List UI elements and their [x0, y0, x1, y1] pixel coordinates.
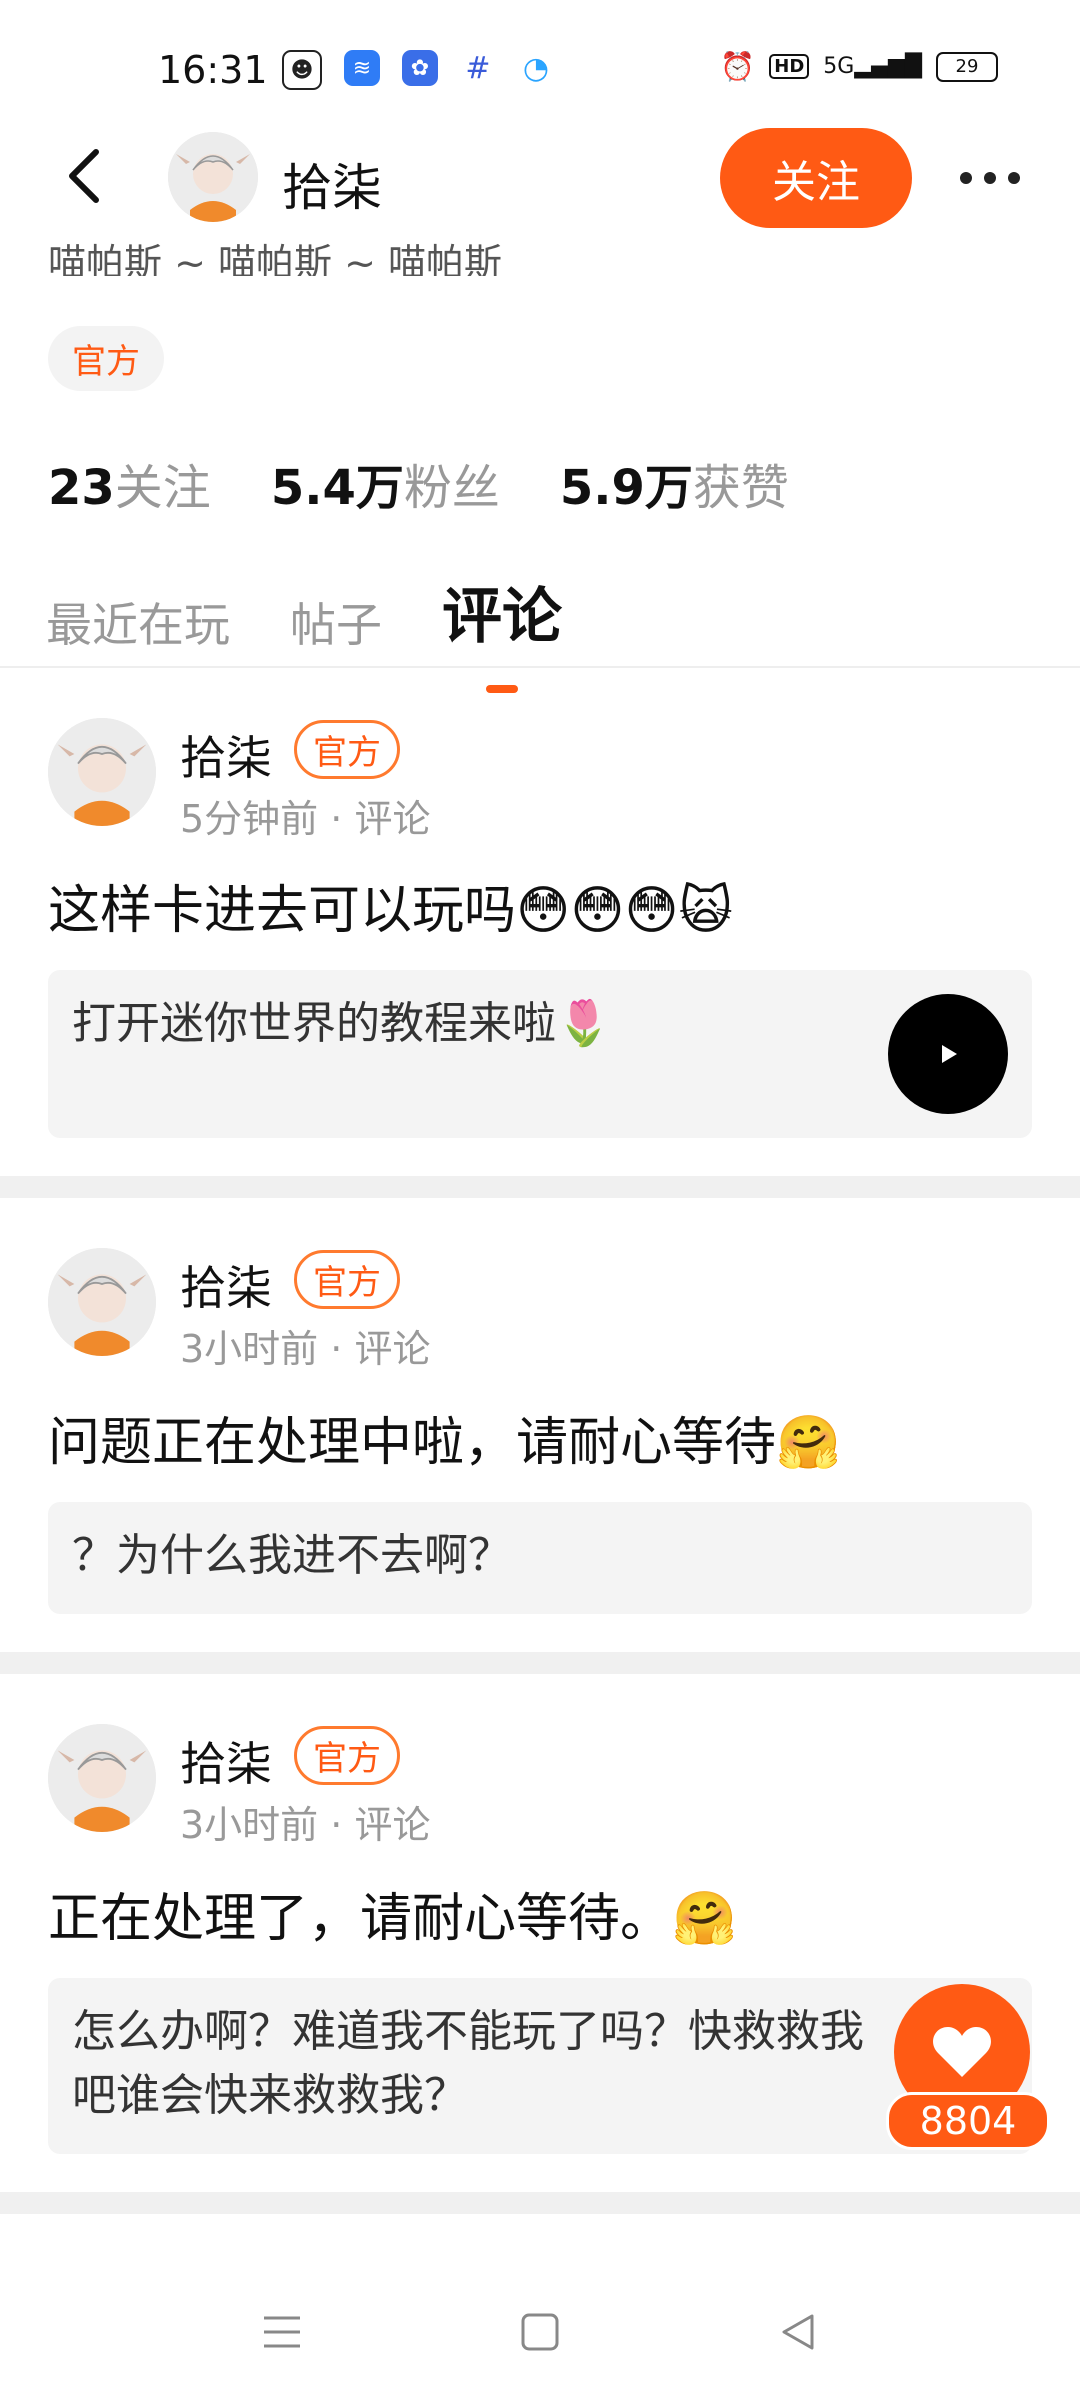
- status-app-icons: ☻ ≋ ✿ # ◔: [282, 50, 554, 90]
- comment-meta: 3小时前 · 评论: [180, 1327, 431, 1371]
- stat-followers[interactable]: 5.4万粉丝: [271, 448, 500, 518]
- comment-meta: 3小时前 · 评论: [180, 1803, 431, 1847]
- comment-time: 3小时前: [180, 1803, 319, 1847]
- comment-username[interactable]: 拾柒: [180, 722, 272, 788]
- stat-value: 5.9万: [559, 460, 693, 516]
- back-nav-button[interactable]: [778, 2312, 818, 2356]
- avatar-image: [48, 1248, 156, 1356]
- stat-label: 粉丝: [403, 460, 500, 516]
- back-arrow-icon: [69, 149, 99, 203]
- play-video-button[interactable]: [888, 994, 1008, 1114]
- avatar-image: [48, 1724, 156, 1832]
- comment-type: 评论: [354, 797, 431, 841]
- official-badge: 官方: [294, 1250, 400, 1309]
- stat-label: 获赞: [692, 460, 789, 516]
- dot-icon: [1008, 172, 1020, 184]
- comment-type: 评论: [354, 1327, 431, 1371]
- comment-avatar[interactable]: [48, 1724, 156, 1832]
- quoted-post-text: 打开迷你世界的教程来啦🌷: [72, 998, 611, 1049]
- official-tag: 官方: [48, 326, 164, 391]
- comment-text[interactable]: 问题正在处理中啦，请耐心等待🤗: [48, 1400, 841, 1475]
- menu-nav-button[interactable]: [262, 2312, 302, 2356]
- comment-type: 评论: [354, 1803, 431, 1847]
- official-badge: 官方: [294, 1726, 400, 1785]
- profile-tabs: 最近在玩 帖子 评论: [46, 568, 562, 693]
- quoted-post[interactable]: ？为什么我进不去啊？: [48, 1502, 1032, 1614]
- section-separator: [0, 1176, 1080, 1198]
- hd-icon: HD: [769, 54, 810, 79]
- follow-button[interactable]: 关注: [720, 128, 912, 228]
- quoted-post[interactable]: 怎么办啊？难道我不能玩了吗？快救救我吧谁会快来救救我？: [48, 1978, 1032, 2154]
- stat-value: 23: [48, 460, 115, 516]
- comment-time: 5分钟前: [180, 797, 319, 841]
- section-separator: [0, 2192, 1080, 2214]
- wifi-app-icon: ≋: [344, 50, 380, 86]
- tab-recently-played[interactable]: 最近在玩: [46, 589, 230, 655]
- dot-icon: [960, 172, 972, 184]
- hash-app-icon: #: [460, 50, 496, 86]
- comment-meta: 5分钟前 · 评论: [180, 797, 431, 841]
- signal-icon: 5G▂▄▆█: [823, 54, 922, 79]
- home-nav-button[interactable]: [520, 2312, 560, 2356]
- avatar-image: [168, 132, 258, 222]
- active-tab-indicator: [486, 685, 518, 693]
- like-count: 8804: [886, 2092, 1050, 2150]
- avatar-image: [48, 718, 156, 826]
- alarm-icon: ⏰: [720, 50, 756, 83]
- comment-avatar[interactable]: [48, 718, 156, 826]
- home-square-icon: [521, 2313, 559, 2351]
- quoted-post-text: 怎么办啊？难道我不能玩了吗？快救救我吧谁会快来救救我？: [72, 2006, 864, 2121]
- battery-icon: 29: [936, 51, 998, 82]
- stat-value: 5.4万: [270, 460, 404, 516]
- quoted-post[interactable]: 打开迷你世界的教程来啦🌷: [48, 970, 1032, 1138]
- comment-text[interactable]: 正在处理了，请耐心等待。🤗: [48, 1876, 737, 1951]
- heart-icon: [933, 2027, 991, 2077]
- profile-avatar[interactable]: [168, 132, 258, 222]
- quoted-post-text: ？为什么我进不去啊？: [72, 1530, 512, 1581]
- tab-comments-label: 评论: [442, 582, 562, 652]
- play-icon: [942, 1045, 957, 1063]
- stat-following[interactable]: 23关注: [48, 448, 211, 518]
- section-separator: [0, 1652, 1080, 1674]
- dot-icon: [984, 172, 996, 184]
- baidu-app-icon: ✿: [402, 50, 438, 86]
- tab-divider: [0, 666, 1080, 668]
- comment-avatar[interactable]: [48, 1248, 156, 1356]
- official-badge: 官方: [294, 720, 400, 779]
- tab-comments[interactable]: 评论: [442, 568, 562, 693]
- status-indicators: ⏰ HD 5G▂▄▆█ 29: [720, 50, 998, 83]
- stat-label: 关注: [114, 460, 211, 516]
- menu-icon: [264, 2316, 300, 2348]
- comment-text[interactable]: 这样卡进去可以玩吗😳😳😳🙀: [48, 868, 733, 943]
- back-triangle-icon: [782, 2314, 814, 2350]
- tab-posts[interactable]: 帖子: [290, 589, 382, 655]
- more-options-button[interactable]: [960, 160, 1030, 196]
- profile-stats: 23关注 5.4万粉丝 5.9万获赞: [48, 448, 789, 518]
- comment-time: 3小时前: [180, 1327, 319, 1371]
- comment-username[interactable]: 拾柒: [180, 1252, 272, 1318]
- header-username: 拾柒: [282, 159, 382, 217]
- status-time: 16:31: [158, 48, 268, 92]
- back-button[interactable]: [60, 146, 110, 206]
- profile-bio: 喵帕斯 ~ 喵帕斯 ~ 喵帕斯: [48, 241, 502, 276]
- system-nav-bar: [0, 2270, 1080, 2400]
- network-label: 5G: [823, 54, 855, 79]
- browser-app-icon: ◔: [518, 50, 554, 86]
- comment-username[interactable]: 拾柒: [180, 1728, 272, 1794]
- stat-likes[interactable]: 5.9万获赞: [560, 448, 789, 518]
- panda-app-icon: ☻: [282, 50, 322, 90]
